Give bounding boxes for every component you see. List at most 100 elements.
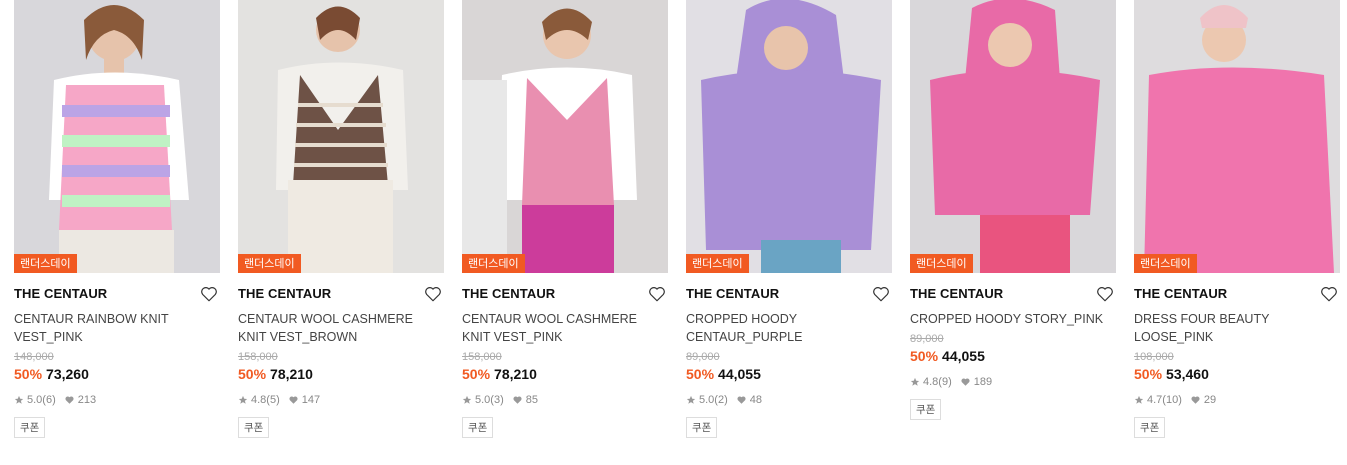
like-count: 213	[77, 394, 97, 406]
product-card[interactable]: 랜더스데이 THE CENTAUR CENTAUR WOOL CASHMERE …	[462, 0, 668, 438]
wishlist-heart-icon[interactable]	[1096, 285, 1114, 303]
sale-price: 78,210	[270, 366, 313, 382]
rating: 5.0	[699, 394, 715, 406]
product-card[interactable]: 랜더스데이 THE CENTAUR CROPPED HOODY STORY_PI…	[910, 0, 1116, 420]
brand-name[interactable]: THE CENTAUR	[14, 286, 220, 302]
review-count: (9)	[938, 376, 952, 388]
product-card[interactable]: 랜더스데이 THE CENTAUR CENTAUR RAINBOW KNIT V…	[14, 0, 220, 438]
like-heart-icon	[961, 378, 970, 386]
review-count: (3)	[490, 394, 504, 406]
product-card[interactable]: 랜더스데이 THE CENTAUR CENTAUR WOOL CASHMERE …	[238, 0, 444, 438]
product-image[interactable]: 랜더스데이	[238, 0, 444, 273]
like-count: 29	[1203, 394, 1217, 406]
original-price: 148,000	[14, 351, 54, 363]
brand-name[interactable]: THE CENTAUR	[1134, 286, 1340, 302]
event-badge: 랜더스데이	[910, 254, 973, 273]
sale-price: 44,055	[942, 348, 985, 364]
rating: 4.8	[251, 394, 267, 406]
discount-rate: 50%	[462, 366, 491, 382]
product-image[interactable]: 랜더스데이	[1134, 0, 1340, 273]
review-count: (2)	[714, 394, 728, 406]
product-name[interactable]: DRESS FOUR BEAUTY LOOSE_PINK	[1134, 310, 1340, 346]
original-price: 158,000	[462, 351, 502, 363]
product-photo	[910, 0, 1116, 273]
coupon-tag: 쿠폰	[238, 417, 270, 438]
product-photo	[686, 0, 892, 273]
like-heart-icon	[513, 396, 522, 404]
sale-price: 78,210	[494, 366, 537, 382]
like-heart-icon	[737, 396, 746, 404]
like-heart-icon	[1191, 396, 1200, 404]
rating: 5.0	[27, 394, 43, 406]
review-meta: 5.0 (2) 48	[686, 393, 892, 407]
review-meta: 4.8 (5) 147	[238, 393, 444, 407]
brand-name[interactable]: THE CENTAUR	[910, 286, 1116, 302]
rating: 5.0	[475, 394, 491, 406]
product-image[interactable]: 랜더스데이	[462, 0, 668, 273]
like-heart-icon	[65, 396, 74, 404]
product-photo	[462, 0, 668, 273]
product-card[interactable]: 랜더스데이 THE CENTAUR DRESS FOUR BEAUTY LOOS…	[1134, 0, 1340, 438]
wishlist-heart-icon[interactable]	[872, 285, 890, 303]
product-grid: 랜더스데이 THE CENTAUR CENTAUR RAINBOW KNIT V…	[0, 0, 1347, 465]
discount-rate: 50%	[686, 366, 715, 382]
product-card[interactable]: 랜더스데이 THE CENTAUR CROPPED HOODY CENTAUR_…	[686, 0, 892, 438]
brand-name[interactable]: THE CENTAUR	[686, 286, 892, 302]
like-count: 48	[749, 394, 762, 406]
event-badge: 랜더스데이	[686, 254, 749, 273]
star-icon	[238, 395, 248, 404]
event-badge: 랜더스데이	[14, 254, 77, 273]
product-photo	[1134, 0, 1340, 273]
sale-price: 44,055	[718, 366, 761, 382]
discount-rate: 50%	[910, 348, 939, 364]
review-count: (10)	[1162, 394, 1182, 406]
product-photo	[238, 0, 444, 273]
brand-name[interactable]: THE CENTAUR	[238, 286, 444, 302]
product-image[interactable]: 랜더스데이	[14, 0, 220, 273]
wishlist-heart-icon[interactable]	[1320, 285, 1338, 303]
product-image[interactable]: 랜더스데이	[910, 0, 1116, 273]
like-count: 147	[301, 394, 321, 406]
original-price: 89,000	[686, 351, 720, 363]
like-heart-icon	[289, 396, 298, 404]
review-count: (6)	[42, 394, 56, 406]
product-name[interactable]: CENTAUR WOOL CASHMERE KNIT VEST_BROWN	[238, 310, 444, 346]
product-image[interactable]: 랜더스데이	[686, 0, 892, 273]
coupon-tag: 쿠폰	[686, 417, 718, 438]
star-icon	[910, 377, 920, 386]
sale-price: 53,460	[1166, 366, 1209, 382]
wishlist-heart-icon[interactable]	[424, 285, 442, 303]
brand-name[interactable]: THE CENTAUR	[462, 286, 668, 302]
review-count: (5)	[266, 394, 280, 406]
event-badge: 랜더스데이	[238, 254, 301, 273]
event-badge: 랜더스데이	[1134, 254, 1197, 273]
event-badge: 랜더스데이	[462, 254, 525, 273]
coupon-tag: 쿠폰	[14, 417, 46, 438]
review-meta: 5.0 (3) 85	[462, 393, 668, 407]
original-price: 158,000	[238, 351, 278, 363]
product-name[interactable]: CROPPED HOODY CENTAUR_PURPLE	[686, 310, 892, 346]
rating: 4.8	[923, 376, 939, 388]
sale-price: 73,260	[46, 366, 89, 382]
original-price: 89,000	[910, 333, 944, 345]
original-price: 108,000	[1134, 351, 1174, 363]
coupon-tag: 쿠폰	[1134, 417, 1166, 438]
rating: 4.7	[1147, 394, 1163, 406]
product-photo	[14, 0, 220, 273]
product-name[interactable]: CENTAUR RAINBOW KNIT VEST_PINK	[14, 310, 220, 346]
discount-rate: 50%	[1134, 366, 1163, 382]
star-icon	[1134, 395, 1144, 404]
wishlist-heart-icon[interactable]	[648, 285, 666, 303]
like-count: 85	[525, 394, 538, 406]
review-meta: 5.0 (6) 213	[14, 393, 220, 407]
product-name[interactable]: CROPPED HOODY STORY_PINK	[910, 310, 1116, 328]
coupon-tag: 쿠폰	[910, 399, 942, 420]
product-name[interactable]: CENTAUR WOOL CASHMERE KNIT VEST_PINK	[462, 310, 668, 346]
discount-rate: 50%	[14, 366, 43, 382]
discount-rate: 50%	[238, 366, 267, 382]
coupon-tag: 쿠폰	[462, 417, 494, 438]
wishlist-heart-icon[interactable]	[200, 285, 218, 303]
review-meta: 4.7 (10) 29	[1134, 393, 1340, 407]
star-icon	[686, 395, 696, 404]
star-icon	[462, 395, 472, 404]
